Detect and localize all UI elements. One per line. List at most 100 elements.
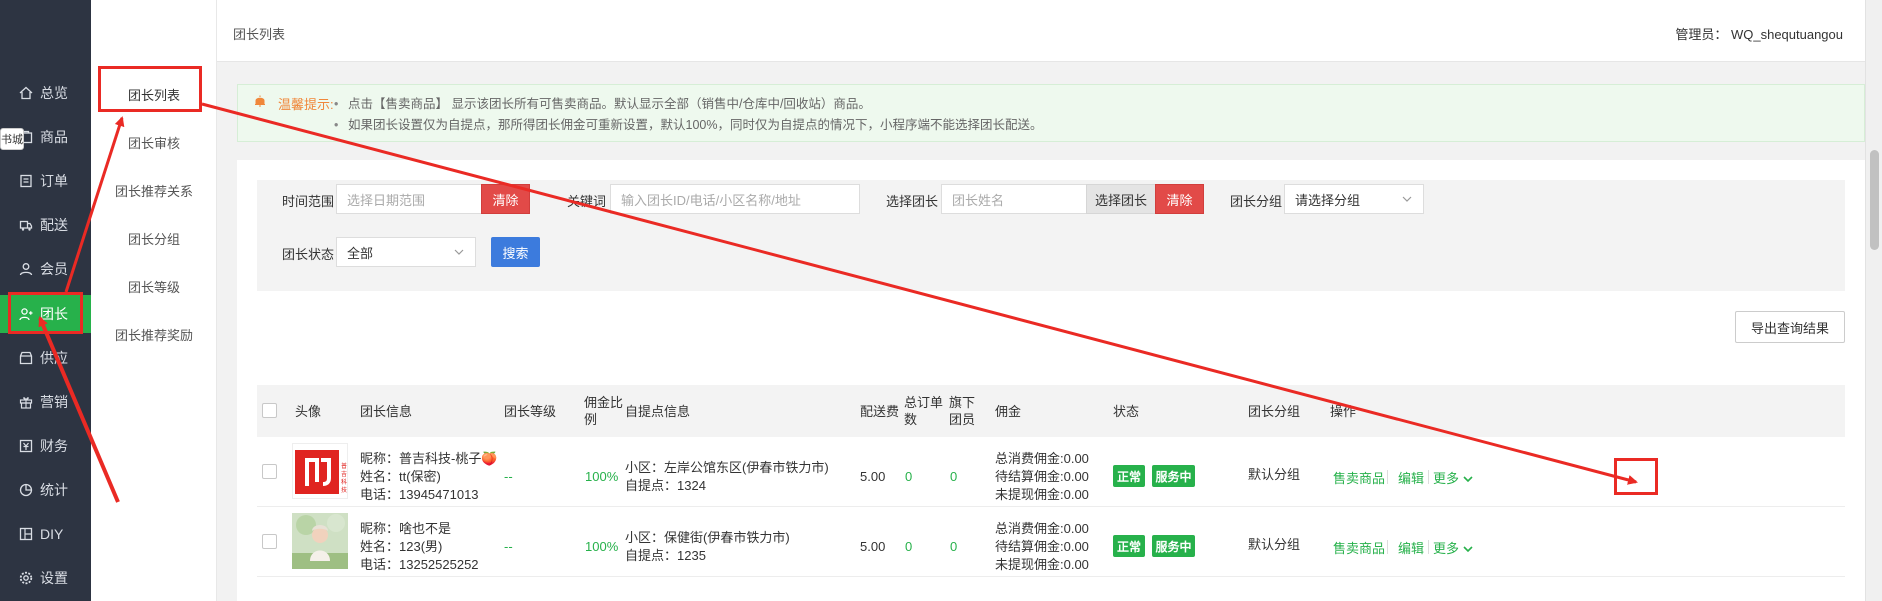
th-members: 旗下团员 xyxy=(949,395,976,427)
leader-status-select[interactable]: 全部 xyxy=(336,237,476,267)
nav-item-members[interactable]: 会员 xyxy=(0,250,91,288)
nav-item-settings[interactable]: 设置 xyxy=(0,559,91,597)
row-checkbox[interactable] xyxy=(262,534,277,549)
member-count: 0 xyxy=(950,539,958,554)
filter-bar: 时间范围 选择日期范围 清除 关键词 输入团长ID/电话/小区名称/地址 选择团… xyxy=(257,180,1845,291)
leader-name: 姓名：tt(保密) xyxy=(360,469,441,484)
member-count: 0 xyxy=(950,469,958,484)
row-checkbox[interactable] xyxy=(262,464,277,479)
vertical-scrollbar[interactable] xyxy=(1865,0,1882,601)
more-link[interactable]: 更多 xyxy=(1433,468,1473,487)
nav-item-delivery[interactable]: 配送 xyxy=(0,206,91,244)
clear-leader-button[interactable]: 清除 xyxy=(1155,184,1204,214)
breadcrumb: 团长列表 xyxy=(233,27,286,42)
top-header: 团长列表 管理员： WQ_shequtuangou xyxy=(217,0,1865,62)
submenu-leader-referral-reward[interactable]: 团长推荐奖励 xyxy=(91,314,217,354)
nav-item-overview[interactable]: 总览 xyxy=(0,74,91,112)
pickup-point: 自提点：1235 xyxy=(625,548,706,563)
divider xyxy=(1428,470,1429,484)
bell-icon xyxy=(253,94,267,108)
total-orders: 0 xyxy=(905,469,913,484)
delivery-fee: 5.00 xyxy=(860,539,886,554)
status-badge[interactable]: 正常 xyxy=(1113,465,1145,487)
commission-ratio: 100% xyxy=(585,539,619,554)
search-button[interactable]: 搜索 xyxy=(491,237,540,267)
finance-icon xyxy=(18,438,34,454)
nav-label: 统计 xyxy=(40,482,68,498)
leader-group-select[interactable]: 请选择分组 xyxy=(1284,184,1424,214)
commission-total: 总消费佣金:0.00 xyxy=(995,451,1089,466)
leader-nickname: 昵称：普吉科技-桃子🍑 xyxy=(360,451,498,466)
status-badge[interactable]: 正常 xyxy=(1113,535,1145,557)
more-label: 更多 xyxy=(1433,471,1460,486)
service-badge[interactable]: 服务中 xyxy=(1152,535,1195,557)
avatar xyxy=(292,513,348,569)
time-range-label: 时间范围 xyxy=(282,194,335,209)
nav-item-supply[interactable]: 供应 xyxy=(0,339,91,377)
annotation-box-leader-list xyxy=(98,66,202,112)
commission-unwithdrawn: 未提现佣金:0.00 xyxy=(995,487,1089,502)
nav-item-diy[interactable]: DIY xyxy=(0,515,91,553)
keyword-label: 关键词 xyxy=(567,194,607,209)
service-badge[interactable]: 服务中 xyxy=(1152,465,1195,487)
select-leader-button[interactable]: 选择团长 xyxy=(1086,184,1156,214)
nav-item-statistics[interactable]: 统计 xyxy=(0,471,91,509)
nav-label: 订单 xyxy=(40,173,68,189)
nav-label: 营销 xyxy=(40,394,68,410)
commission-unwithdrawn: 未提现佣金:0.00 xyxy=(995,557,1089,572)
submenu-leader-level[interactable]: 团长等级 xyxy=(91,266,217,306)
th-commission-ratio: 佣金比例 xyxy=(584,395,624,427)
nav-item-finance[interactable]: 财务 xyxy=(0,427,91,465)
total-orders: 0 xyxy=(905,539,913,554)
order-icon xyxy=(18,173,34,189)
chart-icon xyxy=(18,482,34,498)
nav-item-marketing[interactable]: 营销 xyxy=(0,383,91,421)
submenu-leader-group[interactable]: 团长分组 xyxy=(91,218,217,258)
clear-date-button[interactable]: 清除 xyxy=(481,184,530,214)
th-delivery-fee: 配送费 xyxy=(860,404,900,419)
avatar: 普 吉 科 技 xyxy=(292,443,348,499)
member-icon xyxy=(18,261,34,277)
more-link[interactable]: 更多 xyxy=(1433,538,1473,557)
edit-link[interactable]: 编辑 xyxy=(1398,538,1424,557)
gear-icon xyxy=(18,570,34,586)
select-all-checkbox[interactable] xyxy=(262,403,277,418)
svg-text:技: 技 xyxy=(341,486,347,494)
submenu-leader-referral[interactable]: 团长推荐关系 xyxy=(91,170,217,210)
export-results-button[interactable]: 导出查询结果 xyxy=(1735,311,1845,343)
table-header: 头像 团长信息 团长等级 佣金比例 自提点信息 配送费 总订单数 旗下团员 佣金… xyxy=(257,385,1845,437)
th-operations: 操作 xyxy=(1330,404,1357,419)
leader-name-input[interactable]: 团长姓名 xyxy=(941,184,1087,214)
leader-level: -- xyxy=(504,539,513,554)
community: 小区：保健街(伊春市铁力市) xyxy=(625,530,790,545)
nav-label: 配送 xyxy=(40,217,68,233)
chevron-down-icon xyxy=(1463,546,1473,553)
tip-label: 温馨提示: xyxy=(278,97,334,112)
table-row: 昵称：啥也不是 姓名：123(男) 电话：13252525252 -- 100%… xyxy=(257,507,1845,577)
admin-name[interactable]: 管理员： WQ_shequtuangou xyxy=(1675,24,1843,43)
nav-label: 商品 xyxy=(40,129,68,145)
tip-line: 点击【售卖商品】 显示该团长所有可售卖商品。默认显示全部（销售中/仓库中/回收站… xyxy=(334,94,1042,115)
commission-pending: 待结算佣金:0.00 xyxy=(995,469,1089,484)
mall-tag[interactable]: 书城 xyxy=(0,128,24,150)
date-range-input[interactable]: 选择日期范围 xyxy=(336,184,482,214)
nav-item-orders[interactable]: 订单 xyxy=(0,162,91,200)
community: 小区：左岸公馆东区(伊春市铁力市) xyxy=(625,460,829,475)
leader-nickname: 昵称：啥也不是 xyxy=(360,521,452,536)
table-row: 普 吉 科 技 昵称：普吉科技-桃子🍑 姓名：tt(保密) 电话：1394547… xyxy=(257,437,1845,507)
leader-phone: 电话：13945471013 xyxy=(360,487,479,502)
chevron-down-icon xyxy=(1401,193,1413,205)
gift-icon xyxy=(18,394,34,410)
sell-goods-link[interactable]: 售卖商品 xyxy=(1333,468,1385,487)
group-select-value: 请选择分组 xyxy=(1295,192,1361,208)
edit-link[interactable]: 编辑 xyxy=(1398,468,1424,487)
submenu-leader-review[interactable]: 团长审核 xyxy=(91,122,217,162)
leader-name: 姓名：123(男) xyxy=(360,539,443,554)
keyword-input[interactable]: 输入团长ID/电话/小区名称/地址 xyxy=(610,184,860,214)
more-label: 更多 xyxy=(1433,541,1460,556)
tip-line: 如果团长设置仅为自提点，那所得团长佣金可重新设置，默认100%，同时仅为自提点的… xyxy=(334,115,1042,136)
sell-goods-link[interactable]: 售卖商品 xyxy=(1333,538,1385,557)
supply-icon xyxy=(18,350,34,366)
scrollbar-thumb[interactable] xyxy=(1870,150,1879,250)
chevron-down-icon xyxy=(1463,476,1473,483)
